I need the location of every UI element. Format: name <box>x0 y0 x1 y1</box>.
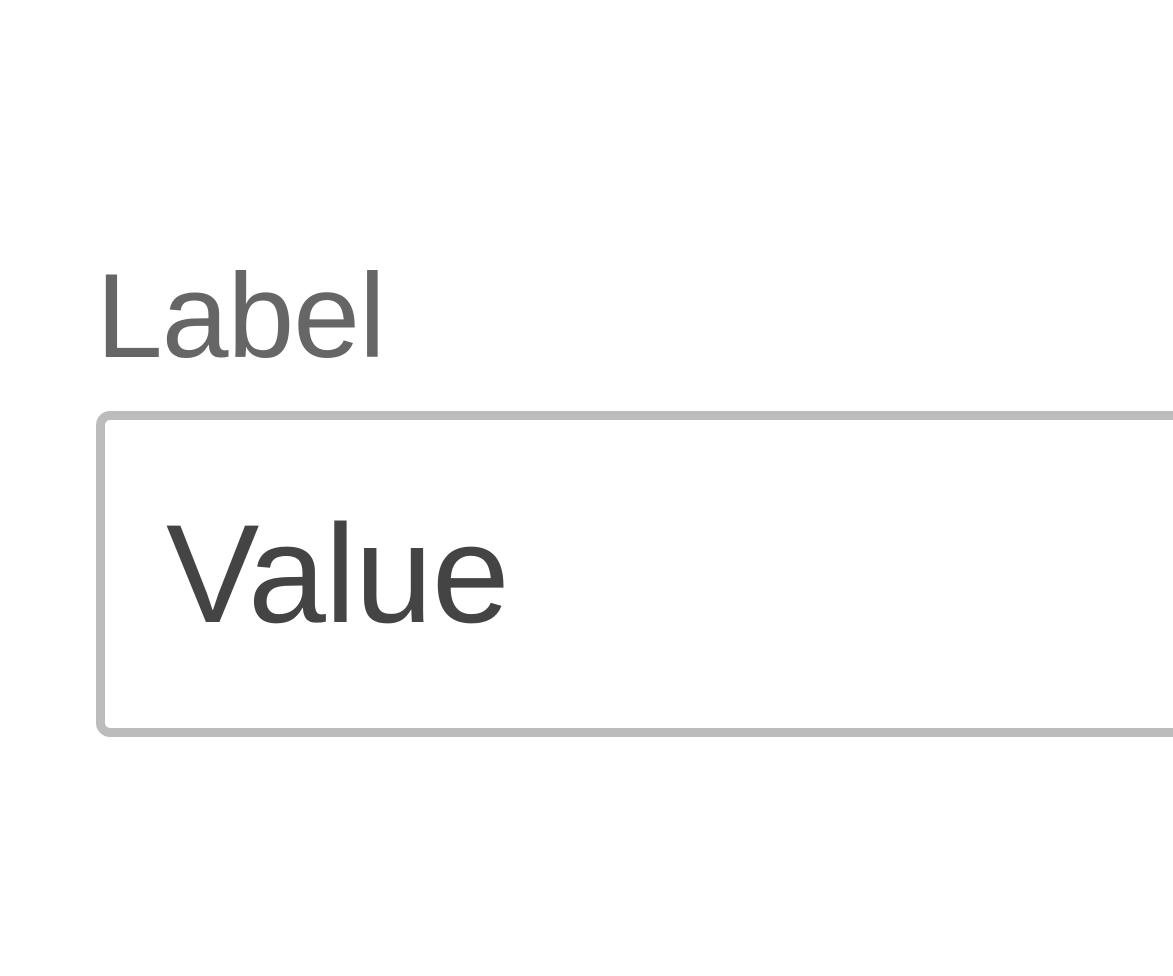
field-label: Label <box>96 249 386 383</box>
form-field: Label <box>0 0 1173 976</box>
text-input[interactable] <box>96 411 1173 737</box>
